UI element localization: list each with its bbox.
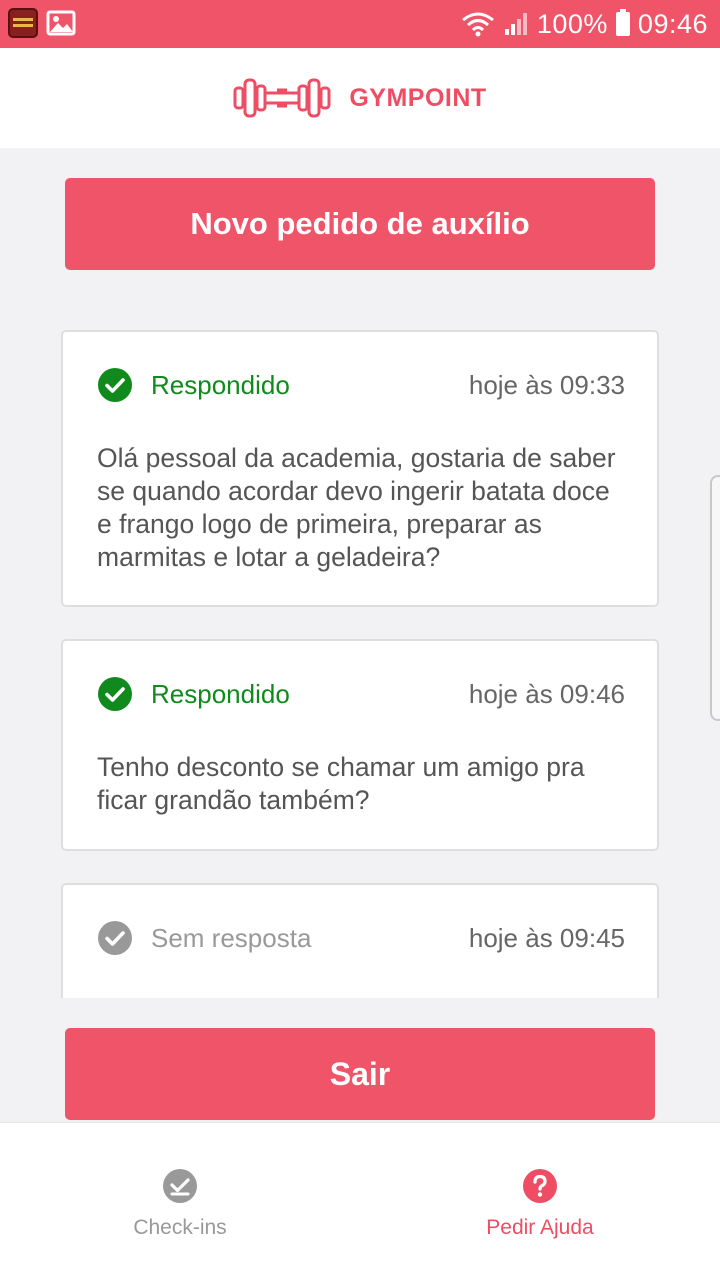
status-label: Respondido bbox=[151, 678, 290, 709]
check-circle-icon bbox=[163, 1169, 197, 1203]
help-orders-list[interactable]: Respondido hoje às 09:33 Olá pessoal da … bbox=[0, 300, 720, 998]
signal-icon bbox=[504, 13, 527, 35]
battery-icon bbox=[615, 9, 630, 36]
brand-name: GYMPOINT bbox=[349, 83, 487, 112]
order-time: hoje às 09:33 bbox=[468, 369, 625, 400]
logout-button[interactable]: Sair bbox=[65, 1028, 655, 1120]
tab-check-ins[interactable]: Check-ins bbox=[0, 1123, 360, 1280]
help-order-card[interactable]: Respondido hoje às 09:33 Olá pessoal da … bbox=[61, 330, 659, 607]
status-bar: 100% 09:46 bbox=[0, 0, 720, 48]
dumbbell-logo-icon bbox=[233, 78, 331, 118]
status-label: Sem resposta bbox=[151, 922, 312, 953]
order-time: hoje às 09:45 bbox=[468, 922, 625, 953]
bottom-navigation: Check-ins Pedir Ajuda bbox=[0, 1122, 720, 1280]
tab-label: Check-ins bbox=[133, 1216, 227, 1239]
edge-scroll-handle[interactable] bbox=[710, 475, 720, 721]
help-order-card[interactable]: Sem resposta hoje às 09:45 bbox=[61, 883, 659, 998]
tab-label: Pedir Ajuda bbox=[486, 1216, 594, 1239]
question-circle-icon bbox=[523, 1169, 557, 1203]
app-notification-icon bbox=[8, 8, 38, 38]
wifi-icon bbox=[461, 12, 494, 37]
status-label: Respondido bbox=[151, 369, 290, 400]
app-header: GYMPOINT bbox=[0, 48, 720, 148]
check-circle-icon bbox=[98, 677, 132, 711]
new-help-request-button[interactable]: Novo pedido de auxílio bbox=[65, 178, 655, 270]
battery-percentage: 100% bbox=[536, 8, 608, 39]
question-text: Olá pessoal da academia, gostaria de sab… bbox=[97, 443, 616, 572]
tab-pedir-ajuda[interactable]: Pedir Ajuda bbox=[360, 1123, 720, 1280]
order-time: hoje às 09:46 bbox=[468, 678, 625, 709]
check-circle-icon bbox=[98, 368, 132, 402]
status-time: 09:46 bbox=[637, 8, 708, 39]
question-text: Tenho desconto se chamar um amigo pra fi… bbox=[97, 752, 585, 815]
help-order-card[interactable]: Respondido hoje às 09:46 Tenho desconto … bbox=[61, 639, 659, 851]
check-circle-icon bbox=[98, 921, 132, 955]
gallery-notification-icon bbox=[46, 10, 76, 36]
